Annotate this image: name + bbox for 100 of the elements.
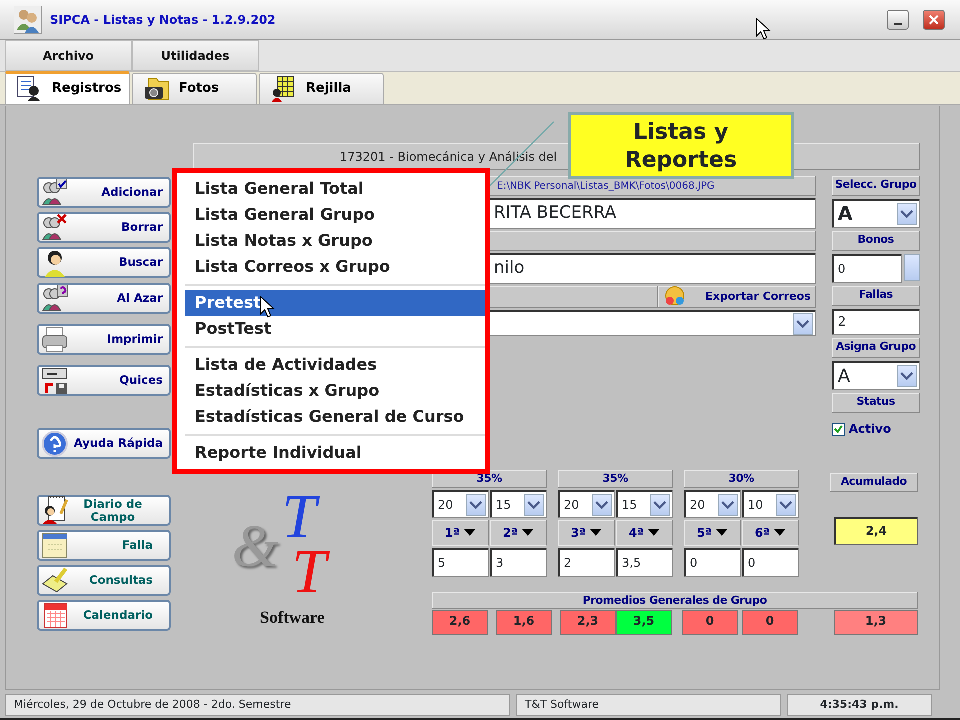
input-field[interactable]: 2 — [832, 309, 920, 335]
check-icon — [834, 424, 843, 434]
dropdown-button[interactable] — [592, 494, 612, 516]
active-checkbox[interactable]: Activo — [832, 420, 920, 438]
caret-icon — [590, 529, 602, 537]
caret-icon — [527, 500, 541, 510]
caret-icon — [796, 318, 810, 328]
dropdown-button[interactable] — [466, 494, 486, 516]
column-menu-button[interactable]: 6ª — [742, 520, 799, 546]
status-text: Miércoles, 29 de Octubre de 2008 - 2do. Semestre — [14, 696, 292, 713]
dropdown-field[interactable]: A — [832, 199, 920, 228]
grade-field[interactable]: 5 — [432, 548, 489, 577]
menu-item[interactable]: Archivo — [5, 40, 132, 71]
menu-item[interactable]: Utilidades — [132, 40, 259, 71]
cursor-icon — [260, 296, 276, 318]
dropdown-field[interactable] — [488, 310, 816, 336]
course-title: 173201 - Biomecánica y Análisis del — [340, 149, 558, 166]
grade-field[interactable]: 3 — [490, 548, 547, 577]
accumulated-label: Acumulado — [830, 473, 918, 492]
field-label: Status — [832, 393, 920, 413]
dropdown-button[interactable] — [793, 312, 813, 334]
menu-item[interactable]: PostTest — [185, 316, 485, 342]
field-label: Selecc. Grupo — [832, 176, 920, 196]
computer-disk-icon — [41, 366, 69, 394]
column-menu-button[interactable]: 1ª — [432, 520, 489, 546]
calendar-icon — [41, 530, 69, 560]
menu-item[interactable]: Estadísticas x Grupo — [185, 378, 485, 404]
weight-label: 35% — [558, 470, 673, 488]
cursor-icon — [756, 18, 772, 40]
caret-icon — [522, 529, 534, 537]
toolbar-button[interactable]: Quices — [37, 365, 171, 396]
column-menu-button[interactable]: 3ª — [558, 520, 615, 546]
dropdown-button[interactable] — [650, 494, 670, 516]
dropdown-field[interactable]: 20 — [432, 490, 489, 518]
field-label: Bonos — [832, 231, 920, 251]
grade-field[interactable]: 2 — [558, 548, 615, 577]
dropdown-field[interactable]: A — [832, 361, 920, 390]
toolbar-button[interactable]: Calendario — [37, 600, 171, 631]
menu-item[interactable]: Lista General Total — [185, 176, 485, 202]
column-menu-button[interactable]: 5ª — [684, 520, 741, 546]
menu-item[interactable]: Pretest — [185, 290, 485, 316]
menu-item[interactable]: Estadísticas General de Curso — [185, 404, 485, 430]
window-title: SIPCA - Listas y Notas - 1.2.9.202 — [50, 12, 276, 28]
name-field[interactable]: RITA BECERRA — [488, 198, 816, 229]
dropdown-field[interactable]: 20 — [684, 490, 741, 518]
grade-field[interactable]: 0 — [684, 548, 741, 577]
tab[interactable]: Rejilla — [259, 73, 384, 104]
caret-icon — [464, 529, 476, 537]
menu-item[interactable]: Lista de Actividades — [185, 352, 485, 378]
dropdown-field[interactable]: 15 — [490, 490, 547, 518]
caret-icon — [900, 371, 914, 381]
column-menu-button[interactable]: 4ª — [616, 520, 673, 546]
menu-item[interactable]: Lista Correos x Grupo — [185, 254, 485, 280]
field-label: Asigna Grupo — [832, 338, 920, 358]
toolbar-button[interactable]: Falla — [37, 530, 171, 561]
tab[interactable]: Fotos — [132, 73, 257, 104]
weight-label: 30% — [684, 470, 799, 488]
grade-field[interactable]: 0 — [742, 548, 799, 577]
averages-title: Promedios Generales de Grupo — [432, 592, 918, 609]
dropdown-button[interactable] — [524, 494, 544, 516]
dropdown-field[interactable]: 15 — [616, 490, 673, 518]
printer-icon — [41, 326, 69, 354]
status-text: T&T Software — [525, 696, 600, 713]
dropdown-button[interactable] — [897, 365, 917, 387]
close-button[interactable] — [923, 10, 945, 30]
input-field[interactable]: 0 — [832, 254, 902, 283]
dropdown-button[interactable] — [718, 494, 738, 516]
export-emails-button[interactable]: Exportar Correos — [658, 286, 816, 308]
caret-icon — [648, 529, 660, 537]
caret-icon — [774, 529, 786, 537]
users-cross-icon — [41, 214, 69, 242]
average-value: 2,3 — [560, 610, 616, 635]
column-menu-button[interactable]: 2ª — [490, 520, 547, 546]
grade-field[interactable]: 3,5 — [616, 548, 673, 577]
toolbar-button[interactable]: Buscar — [37, 247, 171, 278]
average-value: 2,6 — [432, 610, 488, 635]
caret-icon — [721, 500, 735, 510]
minimize-icon — [894, 22, 902, 24]
dropdown-field[interactable]: 10 — [742, 490, 799, 518]
caret-icon — [779, 500, 793, 510]
toolbar-button[interactable]: Al Azar — [37, 283, 171, 314]
minimize-button[interactable] — [887, 10, 909, 30]
close-icon — [929, 14, 939, 24]
average-value: 0 — [742, 610, 798, 635]
toolbar-button[interactable]: Imprimir — [37, 324, 171, 355]
toolbar-button[interactable]: Adicionar — [37, 177, 171, 208]
menu-item[interactable]: Reporte Individual — [185, 440, 485, 466]
tab[interactable]: Registros — [5, 71, 130, 104]
toolbar-button[interactable]: Consultas — [37, 565, 171, 596]
accumulated-value: 2,4 — [834, 517, 918, 545]
dropdown-button[interactable] — [776, 494, 796, 516]
toolbar-button[interactable]: Borrar — [37, 212, 171, 243]
menu-item[interactable]: Lista Notas x Grupo — [185, 228, 485, 254]
caret-icon — [900, 209, 914, 219]
menu-item[interactable]: Lista General Grupo — [185, 202, 485, 228]
toolbar-button[interactable]: Diario de Campo — [37, 495, 171, 526]
toolbar-button[interactable]: Ayuda Rápida — [37, 428, 171, 459]
dropdown-button[interactable] — [897, 203, 917, 225]
name-field[interactable]: nilo — [488, 253, 816, 284]
dropdown-field[interactable]: 20 — [558, 490, 615, 518]
